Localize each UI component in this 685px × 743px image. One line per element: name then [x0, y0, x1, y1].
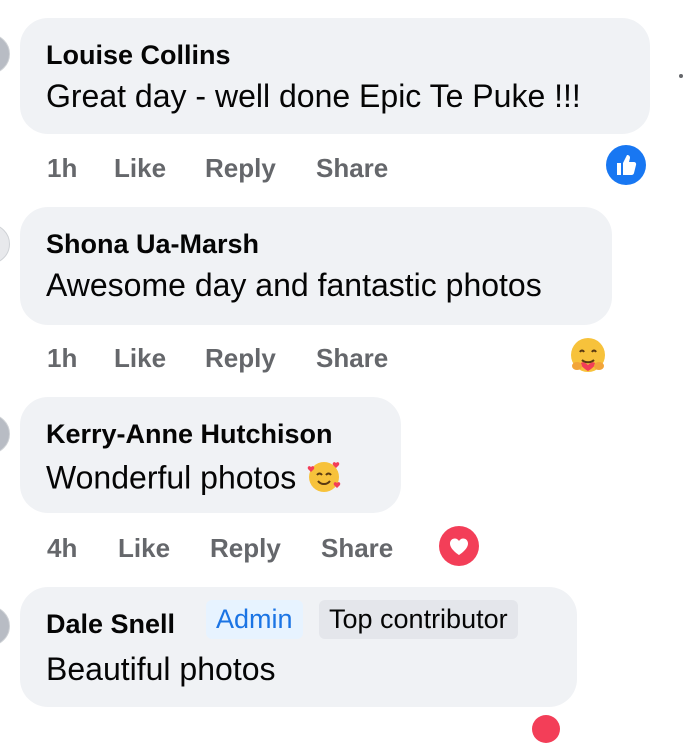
share-button[interactable]: Share	[316, 153, 388, 184]
comment-author[interactable]: Shona Ua-Marsh	[46, 229, 259, 260]
comment-bubble: Dale Snell Admin Top contributor Beautif…	[20, 587, 577, 707]
heart-icon[interactable]	[439, 526, 479, 566]
comment-bubble: Louise Collins Great day - well done Epi…	[20, 18, 650, 134]
comment-text-line: Wonderful photos	[46, 457, 343, 503]
hug-emoji-icon[interactable]	[567, 335, 607, 375]
avatar[interactable]	[0, 224, 10, 264]
comment-time[interactable]: 4h	[47, 533, 77, 564]
reaction-icon[interactable]	[532, 715, 560, 743]
avatar[interactable]	[0, 606, 10, 646]
comment-text: Wonderful photos	[46, 459, 297, 496]
share-button[interactable]: Share	[321, 533, 393, 564]
reply-button[interactable]: Reply	[205, 153, 276, 184]
comment-time[interactable]: 1h	[47, 343, 77, 374]
like-button[interactable]: Like	[118, 533, 170, 564]
top-contributor-badge: Top contributor	[319, 600, 518, 639]
like-button[interactable]: Like	[114, 153, 166, 184]
reply-button[interactable]: Reply	[210, 533, 281, 564]
comment-author[interactable]: Louise Collins	[46, 40, 231, 71]
avatar[interactable]	[0, 414, 10, 454]
comment-text: Beautiful photos	[46, 651, 276, 687]
comment-author[interactable]: Dale Snell	[46, 609, 175, 640]
comment-text: Great day - well done Epic Te Puke !!!	[46, 78, 581, 114]
admin-badge: Admin	[206, 600, 303, 639]
comment-bubble: Shona Ua-Marsh Awesome day and fantastic…	[20, 207, 612, 325]
avatar[interactable]	[0, 34, 10, 74]
like-button[interactable]: Like	[114, 343, 166, 374]
smiling-face-with-hearts-icon	[305, 457, 343, 503]
thumbs-up-icon[interactable]	[606, 145, 646, 185]
comment-bubble: Kerry-Anne Hutchison Wonderful photos	[20, 397, 401, 513]
comment-author[interactable]: Kerry-Anne Hutchison	[46, 419, 333, 450]
comment-text: Awesome day and fantastic photos	[46, 267, 542, 303]
share-button[interactable]: Share	[316, 343, 388, 374]
comment-time[interactable]: 1h	[47, 153, 77, 184]
more-dot-icon	[679, 74, 683, 78]
reply-button[interactable]: Reply	[205, 343, 276, 374]
